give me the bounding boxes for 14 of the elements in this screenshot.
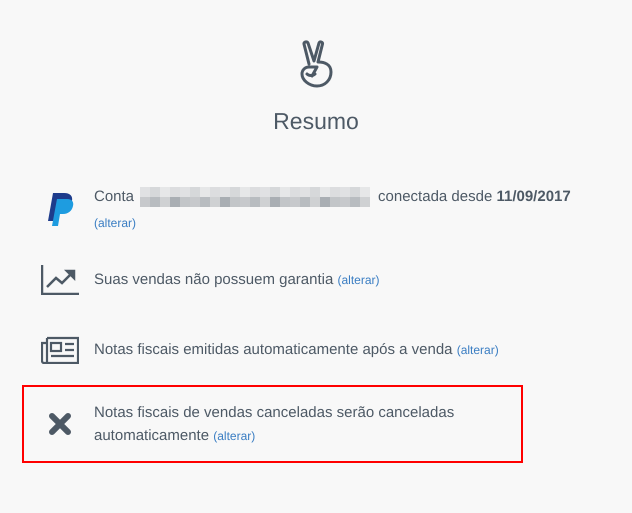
change-link[interactable]: (alterar) — [456, 343, 499, 357]
change-link[interactable]: (alterar) — [213, 428, 256, 442]
account-label: Conta — [94, 187, 134, 207]
trend-chart-icon — [41, 265, 79, 295]
change-link[interactable]: (alterar) — [338, 273, 380, 287]
newspaper-icon — [41, 336, 79, 364]
paypal-logo-icon — [46, 193, 74, 227]
summary-text: Suas vendas não possuem garantia (alterar) — [94, 270, 380, 290]
summary-text: Notas fiscais emitidas automaticamente após a venda (alterar) — [94, 340, 499, 360]
connected-since-text: conectada desde 11/09/2017 — [378, 187, 571, 207]
summary-title: Resumo — [273, 108, 359, 135]
summary-text: Notas fiscais de vendas canceladas serão canceladas automaticamente (alterar) — [94, 402, 456, 446]
change-link[interactable]: (alterar) — [94, 212, 136, 235]
close-icon — [49, 413, 71, 435]
